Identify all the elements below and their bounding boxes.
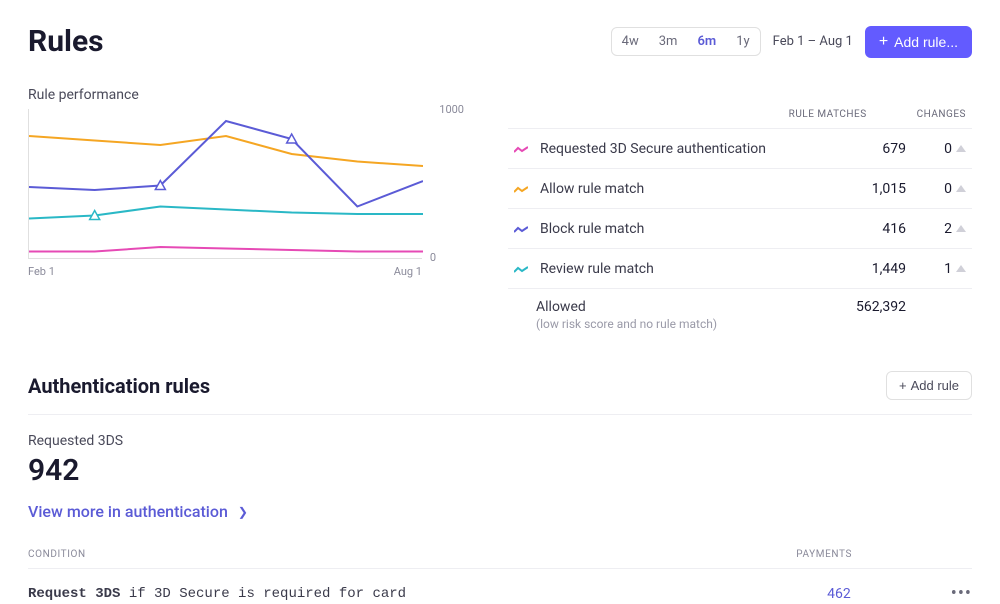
series-icon xyxy=(514,219,530,238)
caret-up-icon xyxy=(956,265,966,272)
view-more-label: View more in authentication xyxy=(28,502,228,521)
time-range-4w[interactable]: 4w xyxy=(612,28,649,55)
table-row[interactable]: Allow rule match1,0150 xyxy=(508,168,972,208)
table-row[interactable]: Block rule match4162 xyxy=(508,208,972,248)
caret-up-icon xyxy=(956,225,966,232)
y-axis-min: 0 xyxy=(430,251,436,264)
row-delta: 2 xyxy=(906,221,966,237)
series-icon xyxy=(514,139,530,158)
row-delta: 1 xyxy=(906,261,966,277)
add-rule-button-small[interactable]: + Add rule xyxy=(886,371,972,400)
requested-3ds-value: 942 xyxy=(28,453,972,488)
chart-column: 1000 0 Feb 1 Aug 1 xyxy=(28,109,448,331)
col-rule-matches: RULE MATCHES xyxy=(789,109,867,120)
chart-series-line xyxy=(29,121,423,207)
allowed-label: Allowed xyxy=(536,299,816,315)
x-axis-end: Aug 1 xyxy=(394,265,422,278)
chart-series-line xyxy=(29,247,423,252)
condition-row: Request 3DS if 3D Secure is required for… xyxy=(28,569,972,604)
header-controls: 4w3m6m1y Feb 1 – Aug 1 + Add rule... xyxy=(611,26,972,58)
rule-performance-label: Rule performance xyxy=(28,87,972,103)
chart-series-line xyxy=(29,207,423,219)
series-icon xyxy=(514,259,530,278)
auth-rules-title: Authentication rules xyxy=(28,374,210,398)
allowed-row: Allowed (low risk score and no rule matc… xyxy=(508,288,972,331)
row-label: Block rule match xyxy=(540,221,816,237)
chevron-right-icon: ❯ xyxy=(238,505,248,519)
caret-up-icon xyxy=(956,185,966,192)
page-title: Rules xyxy=(28,24,104,59)
date-range-label: Feb 1 – Aug 1 xyxy=(773,34,853,49)
y-axis-max: 1000 xyxy=(439,103,464,116)
row-label: Allow rule match xyxy=(540,181,816,197)
rule-matches-table: RULE MATCHES CHANGES Requested 3D Secure… xyxy=(508,109,972,331)
table-row[interactable]: Requested 3D Secure authentication6790 xyxy=(508,128,972,168)
plus-icon: + xyxy=(899,378,907,393)
row-value: 679 xyxy=(816,141,906,157)
chart-series-line xyxy=(29,136,423,166)
time-range-picker: 4w3m6m1y xyxy=(611,27,761,56)
view-more-link[interactable]: View more in authentication ❯ xyxy=(28,502,972,521)
allowed-value: 562,392 xyxy=(816,299,906,331)
allowed-sublabel: (low risk score and no rule match) xyxy=(536,317,816,331)
add-rule-button[interactable]: + Add rule... xyxy=(865,26,972,58)
table-row[interactable]: Review rule match1,4491 xyxy=(508,248,972,288)
row-label: Requested 3D Secure authentication xyxy=(540,141,816,157)
row-value: 1,449 xyxy=(816,261,906,277)
condition-text: Request 3DS if 3D Secure is required for… xyxy=(28,586,827,602)
x-axis-start: Feb 1 xyxy=(28,265,55,278)
time-range-3m[interactable]: 3m xyxy=(649,28,688,55)
row-label: Review rule match xyxy=(540,261,816,277)
row-delta: 0 xyxy=(906,181,966,197)
caret-up-icon xyxy=(956,145,966,152)
add-rule-label: Add rule... xyxy=(894,34,958,50)
row-value: 416 xyxy=(816,221,906,237)
row-delta: 0 xyxy=(906,141,966,157)
more-icon[interactable]: ••• xyxy=(951,583,972,604)
condition-value[interactable]: 462 xyxy=(827,586,851,602)
series-icon xyxy=(514,179,530,198)
time-range-6m[interactable]: 6m xyxy=(687,28,726,55)
requested-3ds-label: Requested 3DS xyxy=(28,433,972,449)
col-changes: CHANGES xyxy=(917,109,966,120)
add-rule-label-small: Add rule xyxy=(911,378,959,393)
time-range-1y[interactable]: 1y xyxy=(726,28,759,55)
plus-icon: + xyxy=(879,34,888,50)
col-condition: CONDITION xyxy=(28,549,86,560)
col-payments: PAYMENTS xyxy=(796,549,852,560)
rule-performance-chart: 1000 0 xyxy=(28,109,422,259)
row-value: 1,015 xyxy=(816,181,906,197)
